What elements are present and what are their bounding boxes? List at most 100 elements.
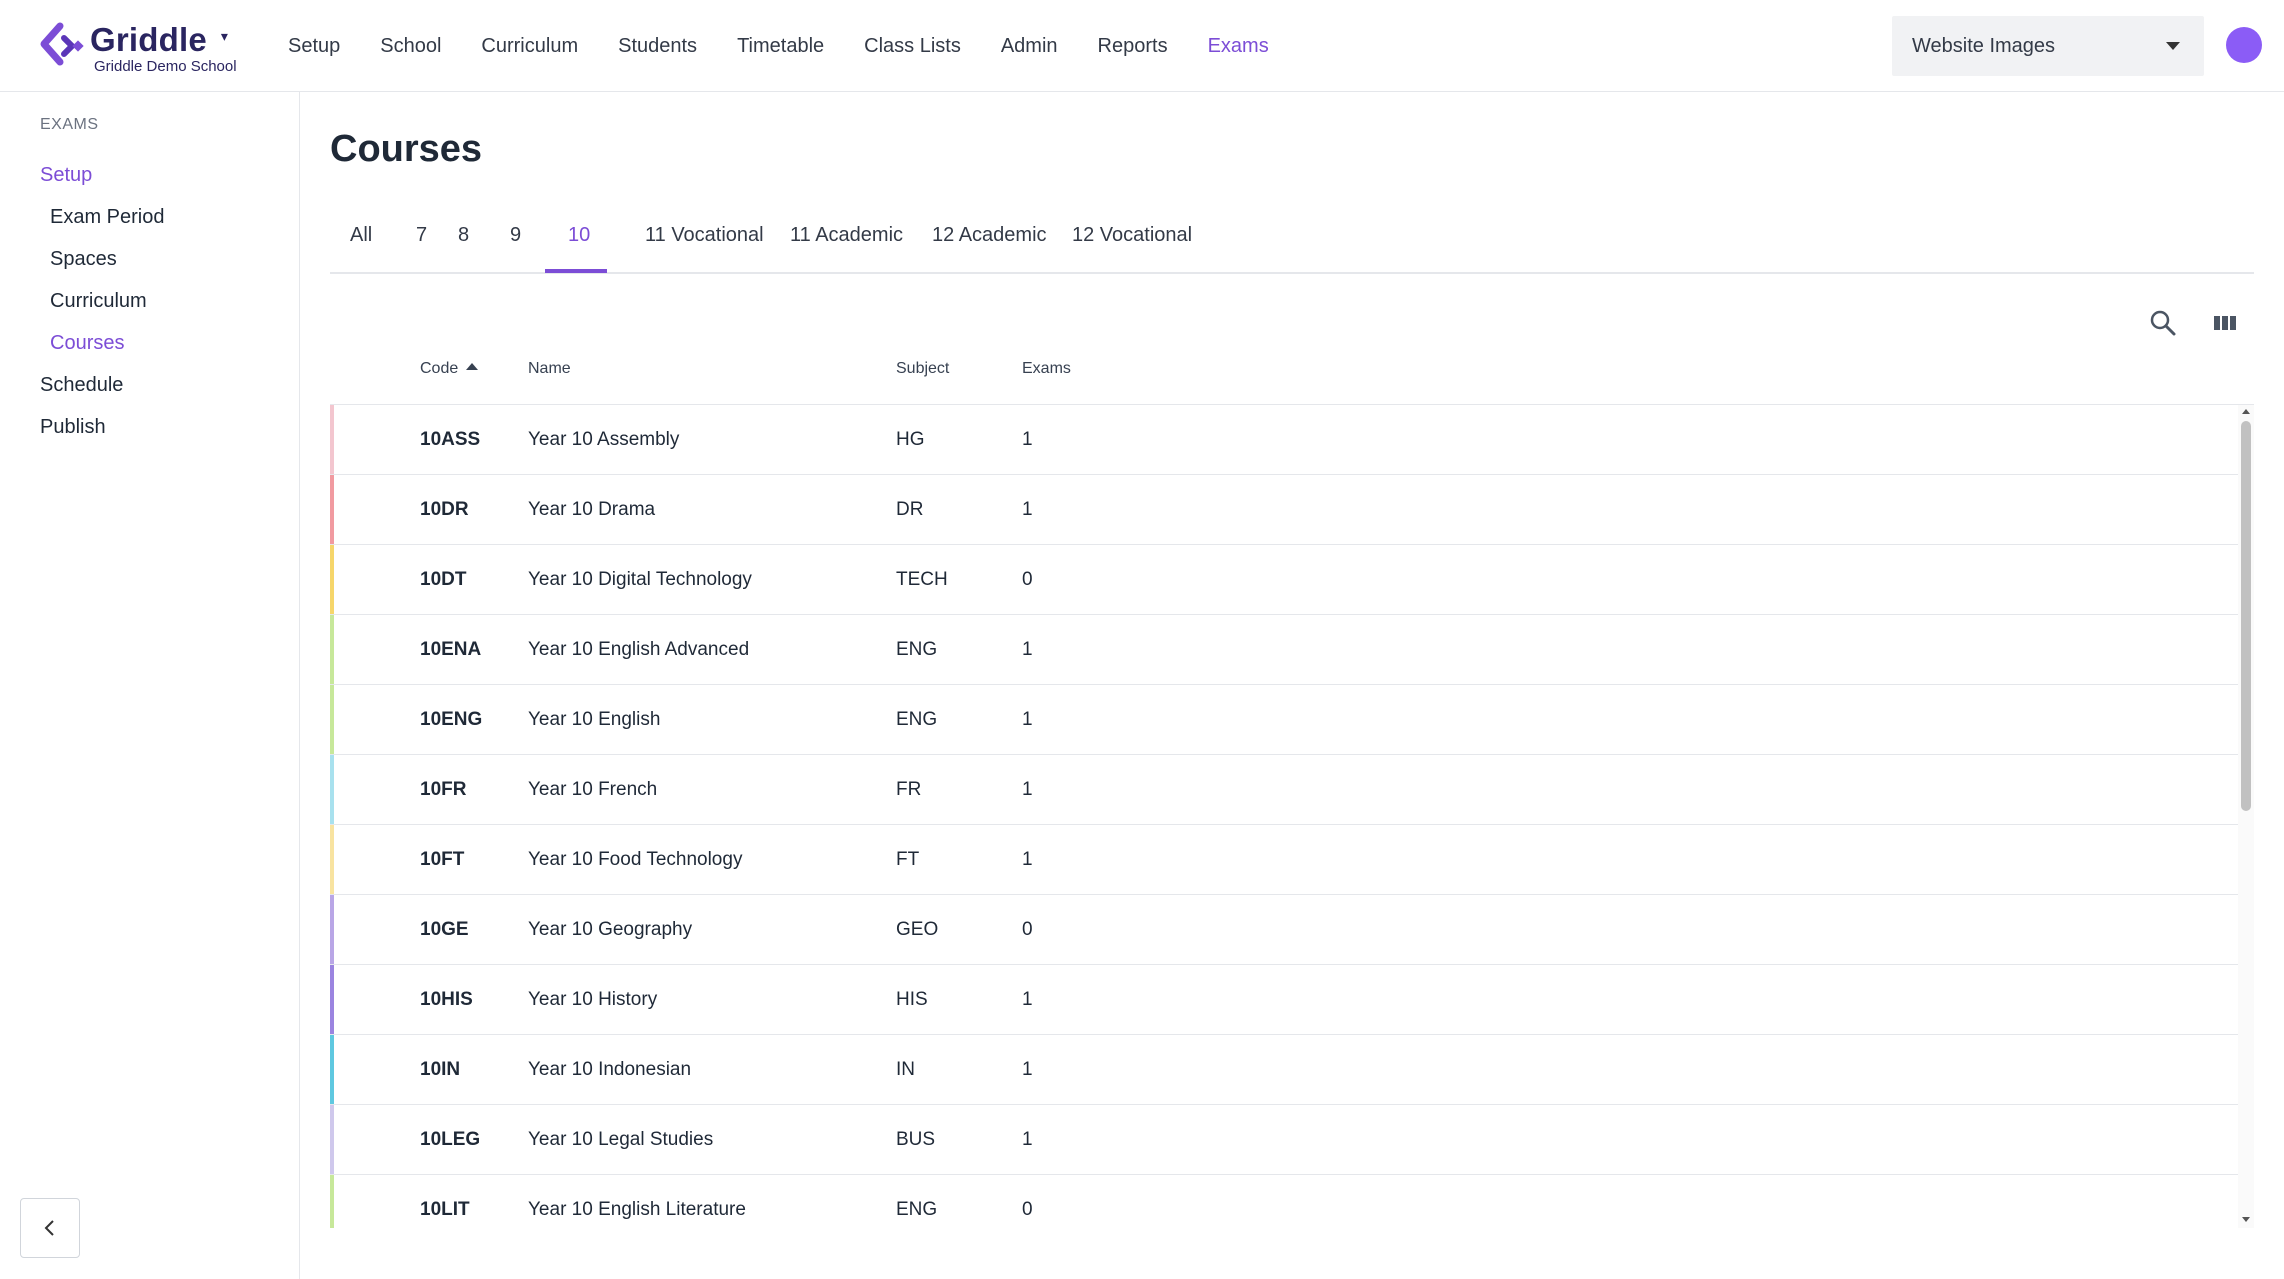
scroll-down-icon[interactable] xyxy=(2242,1217,2250,1222)
tab-11-academic[interactable]: 11 Academic xyxy=(790,224,903,274)
search-icon[interactable] xyxy=(2148,308,2178,338)
tab-9[interactable]: 9 xyxy=(510,224,521,274)
caret-down-icon: ▾ xyxy=(220,28,229,44)
page-title: Courses xyxy=(330,128,483,170)
table-row[interactable]: 10GE Year 10 Geography GEO 0 xyxy=(330,895,2238,965)
user-avatar[interactable] xyxy=(2226,27,2262,63)
cell-subject: GEO xyxy=(896,919,939,940)
tab-12-vocational[interactable]: 12 Vocational xyxy=(1072,224,1192,274)
sidebar-item-publish[interactable]: Publish xyxy=(40,416,106,439)
sidebar: EXAMS Setup Exam Period Spaces Curriculum Co… xyxy=(0,92,300,1279)
table-row[interactable]: 10IN Year 10 Indonesian IN 1 xyxy=(330,1035,2238,1105)
table-row[interactable]: 10LEG Year 10 Legal Studies BUS 1 xyxy=(330,1105,2238,1175)
nav-item-class-lists[interactable]: Class Lists xyxy=(864,35,961,58)
row-color-indicator xyxy=(330,1175,334,1228)
row-color-indicator xyxy=(330,755,334,824)
scroll-up-icon[interactable] xyxy=(2242,409,2250,414)
tab-all[interactable]: All xyxy=(350,224,372,274)
cell-code: 10DR xyxy=(420,499,469,520)
sidebar-item-exam-period[interactable]: Exam Period xyxy=(50,206,165,229)
tab-12-academic[interactable]: 12 Academic xyxy=(932,224,1047,274)
sidebar-section-title: EXAMS xyxy=(40,116,99,133)
cell-code: 10ENA xyxy=(420,639,482,660)
scrollbar-thumb[interactable] xyxy=(2241,421,2251,811)
row-color-indicator xyxy=(330,965,334,1034)
table-row[interactable]: 10DR Year 10 Drama DR 1 xyxy=(330,475,2238,545)
cell-name: Year 10 History xyxy=(528,989,658,1010)
main-nav: Setup School Curriculum Students Timetable Cl… xyxy=(288,0,1309,92)
nav-item-timetable[interactable]: Timetable xyxy=(737,35,824,58)
year-tabs: All 7 8 9 10 11 Vocational 11 Academic 12 Acade… xyxy=(330,212,2254,274)
column-header-code[interactable]: Code xyxy=(420,360,479,378)
school-name: Griddle Demo School xyxy=(94,58,237,75)
row-color-indicator xyxy=(330,1035,334,1104)
row-color-indicator xyxy=(330,895,334,964)
row-color-indicator xyxy=(330,615,334,684)
sidebar-item-spaces[interactable]: Spaces xyxy=(50,248,117,271)
cell-exams: 1 xyxy=(1022,639,1033,660)
cell-code: 10DT xyxy=(420,569,467,590)
sidebar-item-curriculum[interactable]: Curriculum xyxy=(50,290,147,313)
table-row[interactable]: 10ENG Year 10 English ENG 1 xyxy=(330,685,2238,755)
nav-item-curriculum[interactable]: Curriculum xyxy=(481,35,578,58)
cell-exams: 1 xyxy=(1022,849,1033,870)
sidebar-item-courses[interactable]: Courses xyxy=(50,332,124,355)
nav-item-school[interactable]: School xyxy=(380,35,441,58)
table-row[interactable]: 10DT Year 10 Digital Technology TECH 0 xyxy=(330,545,2238,615)
tab-8[interactable]: 8 xyxy=(458,224,469,274)
cell-subject: ENG xyxy=(896,639,938,660)
nav-item-reports[interactable]: Reports xyxy=(1098,35,1168,58)
cell-name: Year 10 French xyxy=(528,779,658,800)
cell-name: Year 10 Assembly xyxy=(528,429,680,450)
table-row[interactable]: 10LIT Year 10 English Literature ENG 0 xyxy=(330,1175,2238,1228)
nav-item-students[interactable]: Students xyxy=(618,35,697,58)
cell-subject: ENG xyxy=(896,709,938,730)
cell-exams: 1 xyxy=(1022,1129,1033,1150)
row-color-indicator xyxy=(330,545,334,614)
cell-exams: 1 xyxy=(1022,709,1033,730)
griddle-logo-icon xyxy=(40,22,84,66)
column-header-exams[interactable]: Exams xyxy=(1022,360,1071,378)
cell-code: 10FR xyxy=(420,779,467,800)
cell-code: 10LEG xyxy=(420,1129,481,1150)
sidebar-item-schedule[interactable]: Schedule xyxy=(40,374,123,397)
cell-exams: 0 xyxy=(1022,919,1033,940)
cell-exams: 1 xyxy=(1022,989,1033,1010)
tab-7[interactable]: 7 xyxy=(416,224,427,274)
tab-11-vocational[interactable]: 11 Vocational xyxy=(645,224,764,274)
nav-item-admin[interactable]: Admin xyxy=(1001,35,1058,58)
tab-10[interactable]: 10 xyxy=(568,224,590,274)
cell-exams: 1 xyxy=(1022,779,1033,800)
nav-item-setup[interactable]: Setup xyxy=(288,35,340,58)
cell-exams: 1 xyxy=(1022,429,1033,450)
cell-exams: 0 xyxy=(1022,1199,1033,1220)
nav-item-exams[interactable]: Exams xyxy=(1208,35,1269,58)
view-columns-icon[interactable] xyxy=(2210,308,2240,338)
table-scrollbar[interactable] xyxy=(2238,405,2254,1228)
row-color-indicator xyxy=(330,475,334,544)
table-row[interactable]: 10ENA Year 10 English Advanced ENG 1 xyxy=(330,615,2238,685)
cell-code: 10GE xyxy=(420,919,469,940)
collapse-sidebar-button[interactable] xyxy=(20,1198,80,1258)
cell-name: Year 10 English xyxy=(528,709,661,730)
active-tab-indicator xyxy=(545,269,607,273)
cell-name: Year 10 Food Technology xyxy=(528,849,743,870)
column-header-name[interactable]: Name xyxy=(528,360,571,378)
table-row[interactable]: 10FT Year 10 Food Technology FT 1 xyxy=(330,825,2238,895)
cell-exams: 0 xyxy=(1022,569,1033,590)
table-row[interactable]: 10FR Year 10 French FR 1 xyxy=(330,755,2238,825)
table-row[interactable]: 10ASS Year 10 Assembly HG 1 xyxy=(330,405,2238,475)
cell-code: 10LIT xyxy=(420,1199,470,1220)
row-color-indicator xyxy=(330,825,334,894)
table-row[interactable]: 10HIS Year 10 History HIS 1 xyxy=(330,965,2238,1035)
cell-subject: HG xyxy=(896,429,925,450)
caret-down-icon xyxy=(2166,42,2180,50)
column-header-subject[interactable]: Subject xyxy=(896,360,949,378)
cell-name: Year 10 Legal Studies xyxy=(528,1129,714,1150)
cell-exams: 1 xyxy=(1022,1059,1033,1080)
sidebar-item-setup[interactable]: Setup xyxy=(40,164,92,187)
site-select[interactable]: Website Images xyxy=(1892,16,2204,76)
cell-name: Year 10 English Advanced xyxy=(528,639,750,660)
brand-switcher[interactable]: Griddle ▾ Griddle Demo School xyxy=(36,22,237,75)
cell-name: Year 10 Geography xyxy=(528,919,693,940)
